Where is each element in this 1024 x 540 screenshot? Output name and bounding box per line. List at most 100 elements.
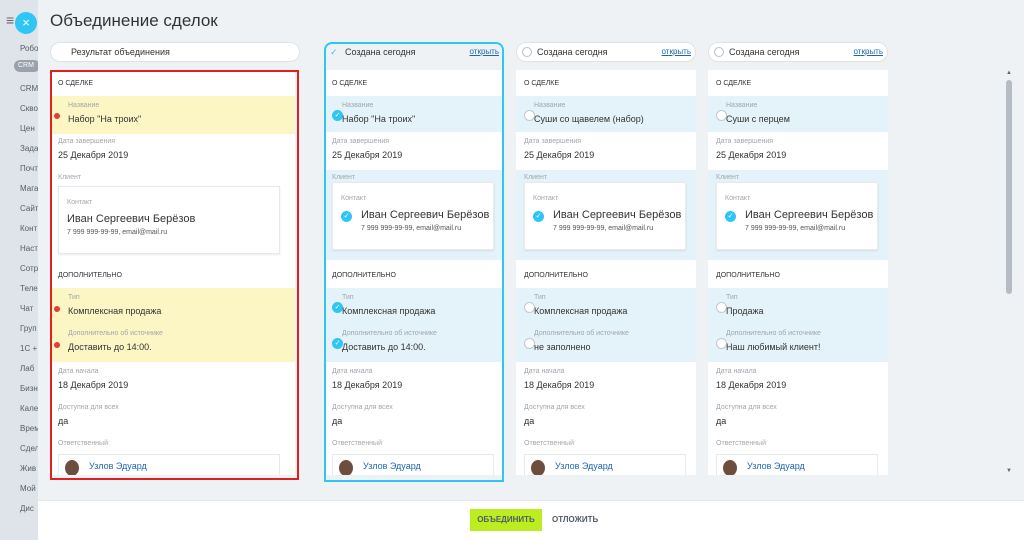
contact-label: Контакт — [533, 195, 559, 202]
sidebar-item[interactable]: Теле — [20, 284, 38, 293]
deal-body: О СДЕЛКЕ Название Суши со щавелем (набор… — [516, 70, 696, 475]
responsible-name[interactable]: Узлов Эдуард — [363, 461, 421, 471]
open-link[interactable]: открыть — [470, 43, 499, 61]
deal-field-name[interactable]: Название Суши с перцем — [708, 96, 888, 132]
field-value: Комплексная продажа — [342, 306, 436, 316]
sidebar-item[interactable]: Мой — [20, 484, 38, 493]
deal-field-name[interactable]: ✓ Название Набор "На троих" — [324, 96, 504, 132]
deal-body: О СДЕЛКЕ ✓ Название Набор "На троих" Дат… — [324, 70, 504, 475]
sidebar-item[interactable]: Сотр — [20, 264, 38, 273]
menu-icon[interactable]: ≡ — [6, 12, 14, 28]
sidebar-item[interactable]: CRM — [20, 84, 38, 93]
field-value: да — [332, 416, 343, 426]
sidebar-item[interactable]: 1С + — [20, 344, 38, 353]
sidebar-item[interactable]: Груп — [20, 324, 38, 333]
sidebar-item[interactable]: Сайт — [20, 204, 38, 213]
radio-icon[interactable] — [714, 47, 724, 57]
deal-field-close-date: Дата завершения 25 Декабря 2019 — [516, 134, 696, 168]
postpone-button[interactable]: отложить — [552, 509, 598, 531]
check-icon[interactable]: ✓ — [330, 43, 338, 61]
deal-field-type[interactable]: ✓ Тип Комплексная продажа ✓ Дополнительн… — [324, 288, 504, 362]
sidebar-item[interactable]: Дис — [20, 504, 38, 513]
sidebar-item[interactable]: Почт — [20, 164, 38, 173]
deal-field-type[interactable]: Тип Комплексная продажа Дополнительно об… — [516, 288, 696, 362]
sidebar-item[interactable]: Врем — [20, 424, 38, 433]
sidebar-item[interactable]: Лаб — [20, 364, 38, 373]
deal-field-type[interactable]: Тип Продажа Дополнительно об источнике Н… — [708, 288, 888, 362]
responsible-name[interactable]: Узлов Эдуард — [555, 461, 613, 471]
sidebar-item[interactable]: Сдел — [20, 444, 38, 453]
field-value: Суши с перцем — [726, 114, 790, 124]
deal-responsible-card[interactable]: Узлов Эдуард — [716, 454, 878, 475]
radio-icon[interactable] — [522, 47, 532, 57]
sidebar-item[interactable]: Жив — [20, 464, 38, 473]
deal-responsible-card[interactable]: Узлов Эдуард — [332, 454, 494, 475]
scrollbar-thumb[interactable] — [1006, 80, 1012, 294]
sidebar-item[interactable]: Скво — [20, 104, 38, 113]
responsible-name[interactable]: Узлов Эдуард — [747, 461, 805, 471]
deal-field-public: Доступна для всех да — [324, 400, 504, 434]
scrollbar[interactable]: ▲ ▼ — [1006, 70, 1012, 476]
field-label: Дата начала — [716, 368, 757, 375]
avatar — [723, 460, 737, 475]
deal-body: О СДЕЛКЕ Название Суши с перцем Дата зав… — [708, 70, 888, 475]
sidebar-item[interactable]: Бизн — [20, 384, 38, 393]
merge-button[interactable]: объединить — [470, 509, 542, 531]
deal-responsible-card[interactable]: Узлов Эдуард — [524, 454, 686, 475]
sidebar-item[interactable]: Наст — [20, 244, 38, 253]
field-value: Доставить до 14:00. — [342, 342, 426, 352]
section-extra: ДОПОЛНИТЕЛЬНО — [716, 272, 780, 279]
field-value: 25 Декабря 2019 — [524, 150, 595, 160]
field-label: Доступна для всех — [332, 404, 393, 411]
deal-field-responsible: Ответственный — [516, 436, 696, 450]
contact-info: 7 999 999-99-99, email@mail.ru — [361, 225, 462, 232]
deal-header[interactable]: Создана сегодня открыть — [516, 42, 696, 62]
field-value: 18 Декабря 2019 — [524, 380, 595, 390]
contact-name: Иван Сергеевич Берёзов — [361, 209, 490, 221]
deal-field-close-date: Дата завершения 25 Декабря 2019 — [324, 134, 504, 168]
field-label: Дополнительно об источнике — [534, 330, 629, 337]
deal-contact-card[interactable]: Контакт ✓ Иван Сергеевич Берёзов 7 999 9… — [524, 182, 686, 250]
avatar — [339, 460, 353, 475]
field-label: Название — [534, 102, 566, 109]
sidebar-item[interactable]: Кале — [20, 404, 38, 413]
result-column: Результат объединения О СДЕЛКЕ Название … — [50, 42, 300, 475]
radio-checked-icon[interactable]: ✓ — [533, 211, 544, 222]
deal-header[interactable]: ✓ Создана сегодня открыть — [324, 42, 504, 62]
field-label: Дата начала — [524, 368, 565, 375]
contact-info: 7 999 999-99-99, email@mail.ru — [745, 225, 846, 232]
deal-field-start-date: Дата начала 18 Декабря 2019 — [708, 364, 888, 398]
field-label: Название — [726, 102, 758, 109]
field-label: Клиент — [524, 174, 548, 181]
field-value: 25 Декабря 2019 — [716, 150, 787, 160]
section-extra: ДОПОЛНИТЕЛЬНО — [524, 272, 588, 279]
sidebar-item[interactable]: Робо — [20, 44, 38, 53]
field-value: да — [716, 416, 727, 426]
section-about: О СДЕЛКЕ — [524, 80, 560, 87]
sidebar-item[interactable]: Мага — [20, 184, 38, 193]
deal-field-name[interactable]: Название Суши со щавелем (набор) — [516, 96, 696, 132]
deal-contact-card[interactable]: Контакт ✓ Иван Сергеевич Берёзов 7 999 9… — [716, 182, 878, 250]
open-link[interactable]: открыть — [854, 43, 883, 61]
merge-panel: Объединение сделок Результат объединения… — [38, 0, 1024, 540]
field-label: Название — [342, 102, 374, 109]
field-value: 18 Декабря 2019 — [332, 380, 403, 390]
sidebar-item[interactable]: Конт — [20, 224, 38, 233]
field-label: Дата начала — [332, 368, 373, 375]
deal-contact-card[interactable]: Контакт ✓ Иван Сергеевич Берёзов 7 999 9… — [332, 182, 494, 250]
close-icon[interactable]: × — [15, 12, 37, 34]
open-link[interactable]: открыть — [662, 43, 691, 61]
deal-field-public: Доступна для всех да — [516, 400, 696, 434]
result-highlight-frame — [50, 70, 299, 480]
sidebar-item[interactable]: Цен — [20, 124, 38, 133]
deal-column: Создана сегодня открыть О СДЕЛКЕ Названи… — [516, 42, 696, 475]
sidebar-item[interactable]: Зада — [20, 144, 38, 153]
radio-checked-icon[interactable]: ✓ — [725, 211, 736, 222]
scroll-up-icon[interactable]: ▲ — [1006, 70, 1012, 76]
field-value: не заполнено — [534, 342, 591, 352]
deal-header[interactable]: Создана сегодня открыть — [708, 42, 888, 62]
scroll-down-icon[interactable]: ▼ — [1006, 468, 1012, 474]
sidebar-item[interactable]: Чат — [20, 304, 38, 313]
field-value: Суши со щавелем (набор) — [534, 114, 644, 124]
radio-checked-icon[interactable]: ✓ — [341, 211, 352, 222]
